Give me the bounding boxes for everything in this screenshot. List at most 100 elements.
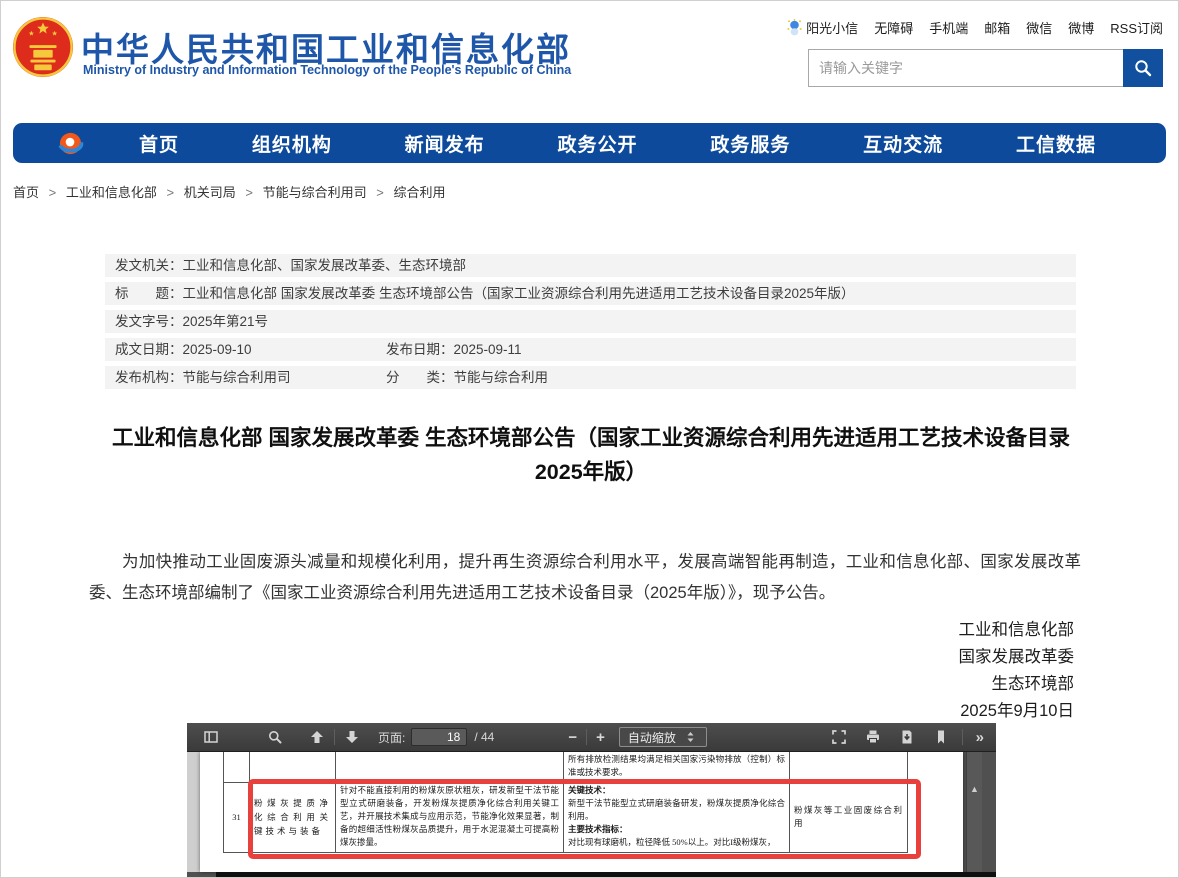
meta-value: 2025-09-11 bbox=[454, 342, 522, 357]
nav-item-interaction[interactable]: 互动交流 bbox=[863, 130, 943, 157]
presentation-mode-button[interactable] bbox=[827, 727, 851, 747]
meta-row-doc-number: 发文字号：2025年第21号 bbox=[105, 310, 1076, 333]
prev-row-requirements: 所有排放检测结果均满足相关国家污染物排放（控制）标准或技术要求。 bbox=[564, 752, 790, 782]
document-body: 为加快推动工业固废源头减量和规模化利用，提升再生资源综合利用水平，发展高端智能再… bbox=[89, 547, 1081, 609]
page-total: / 44 bbox=[474, 730, 494, 744]
breadcrumb-separator: > bbox=[376, 185, 384, 200]
meta-value: 工业和信息化部 国家发展改革委 生态环境部公告（国家工业资源综合利用先进适用工艺… bbox=[183, 286, 855, 301]
meta-row-title: 标 题：工业和信息化部 国家发展改革委 生态环境部公告（国家工业资源综合利用先进… bbox=[105, 282, 1076, 305]
breadcrumb-separator: > bbox=[49, 185, 57, 200]
meta-value: 工业和信息化部、国家发展改革委、生态环境部 bbox=[183, 258, 467, 273]
expand-icon bbox=[831, 729, 847, 745]
breadcrumb-energy-dept[interactable]: 节能与综合利用司 bbox=[263, 185, 367, 200]
top-link-sunshine[interactable]: 阳光小信 bbox=[787, 18, 858, 37]
meta-value: 2025年第21号 bbox=[183, 314, 269, 329]
page: 中华人民共和国工业和信息化部 Ministry of Industry and … bbox=[0, 0, 1179, 878]
breadcrumb-current: 综合利用 bbox=[393, 185, 445, 200]
sidebar-toggle-button[interactable] bbox=[199, 727, 223, 747]
toolbar-separator bbox=[586, 729, 587, 745]
scroll-up-arrow-icon[interactable]: ▲ bbox=[970, 784, 979, 794]
zoom-scale-value: 自动缩放 bbox=[628, 729, 676, 746]
page-number-input[interactable] bbox=[411, 728, 467, 746]
top-link-wechat[interactable]: 微信 bbox=[1026, 18, 1052, 37]
meta-label: 发文机关： bbox=[115, 258, 183, 273]
meta-value: 节能与综合利用 bbox=[454, 370, 549, 385]
zoom-out-button[interactable]: − bbox=[564, 728, 581, 747]
top-utility-links: 阳光小信 无障碍 手机端 邮箱 微信 微博 RSS订阅 bbox=[787, 18, 1163, 37]
find-icon bbox=[267, 729, 283, 745]
download-icon bbox=[899, 729, 915, 745]
page-down-button[interactable] bbox=[340, 727, 364, 747]
search-button[interactable] bbox=[1123, 49, 1163, 87]
nav-item-gov-disclosure[interactable]: 政务公开 bbox=[557, 130, 637, 157]
bookmark-icon bbox=[933, 729, 949, 745]
table-row-31: 31 粉煤灰提质净化综合利用关键技术与装备 针对不能直接利用的粉煤灰原状粗灰，研… bbox=[224, 782, 908, 852]
toolbar-separator bbox=[334, 729, 335, 745]
meta-label: 标 题： bbox=[115, 286, 183, 301]
meta-row-publisher: 发布机构：节能与综合利用司 分 类：节能与综合利用 bbox=[105, 366, 1076, 389]
signature-line: 生态环境部 bbox=[959, 671, 1075, 698]
meta-value: 2025-09-10 bbox=[183, 342, 252, 357]
page-up-button[interactable] bbox=[305, 727, 329, 747]
top-link-weibo[interactable]: 微博 bbox=[1068, 18, 1094, 37]
meta-label: 发布机构： bbox=[115, 370, 183, 385]
mascot-icon bbox=[787, 19, 802, 36]
download-button[interactable] bbox=[895, 727, 919, 747]
select-arrows-icon bbox=[686, 731, 695, 743]
table-row-partial: 所有排放检测结果均满足相关国家污染物排放（控制）标准或技术要求。 bbox=[224, 752, 908, 782]
top-link-accessibility[interactable]: 无障碍 bbox=[874, 18, 913, 37]
pdf-right-tools: » bbox=[827, 727, 988, 748]
breadcrumb-departments[interactable]: 机关司局 bbox=[184, 185, 236, 200]
arrow-down-icon bbox=[344, 729, 360, 745]
indicator-text: 对比现有球磨机，粒径降低 50%以上。对比I级粉煤灰， bbox=[568, 836, 785, 849]
nav-item-data[interactable]: 工信数据 bbox=[1016, 130, 1096, 157]
signature-line: 国家发展改革委 bbox=[959, 644, 1075, 671]
meta-row-dates: 成文日期：2025-09-10 发布日期：2025-09-11 bbox=[105, 338, 1076, 361]
nav-item-organization[interactable]: 组织机构 bbox=[252, 130, 332, 157]
pdf-viewer: 页面: / 44 − + 自动缩放 bbox=[187, 723, 996, 878]
breadcrumb-separator: > bbox=[167, 185, 175, 200]
more-tools-button[interactable]: » bbox=[972, 727, 988, 748]
breadcrumb-miit[interactable]: 工业和信息化部 bbox=[66, 185, 157, 200]
pdf-find-button[interactable] bbox=[263, 727, 287, 747]
zoom-scale-select[interactable]: 自动缩放 bbox=[619, 727, 707, 747]
row-number: 31 bbox=[224, 782, 250, 852]
nav-item-gov-services[interactable]: 政务服务 bbox=[710, 130, 790, 157]
meta-label: 发布日期： bbox=[386, 342, 454, 357]
signature-block: 工业和信息化部 国家发展改革委 生态环境部 2025年9月10日 bbox=[959, 617, 1075, 725]
breadcrumb-separator: > bbox=[245, 185, 253, 200]
top-link-rss[interactable]: RSS订阅 bbox=[1110, 18, 1163, 37]
catalog-table: 所有排放检测结果均满足相关国家污染物排放（控制）标准或技术要求。 31 粉煤灰提… bbox=[223, 752, 908, 853]
site-subtitle: Ministry of Industry and Information Tec… bbox=[83, 63, 571, 77]
print-button[interactable] bbox=[861, 727, 885, 747]
pdf-page: 所有排放检测结果均满足相关国家污染物排放（控制）标准或技术要求。 31 粉煤灰提… bbox=[200, 752, 963, 872]
breadcrumb-home[interactable]: 首页 bbox=[13, 185, 39, 200]
document-meta-table: 发文机关：工业和信息化部、国家发展改革委、生态环境部 标 题：工业和信息化部 国… bbox=[105, 254, 1076, 394]
breadcrumb: 首页 > 工业和信息化部 > 机关司局 > 节能与综合利用司 > 综合利用 bbox=[13, 182, 445, 201]
print-icon bbox=[865, 729, 881, 745]
miit-gear-logo-icon bbox=[57, 130, 84, 157]
row-application: 粉煤灰等工业固废综合利用 bbox=[790, 782, 908, 852]
bookmark-button[interactable] bbox=[929, 727, 953, 747]
zoom-in-button[interactable]: + bbox=[592, 728, 609, 747]
pdf-margin bbox=[187, 752, 200, 872]
indicator-label: 主要技术指标： bbox=[568, 823, 785, 836]
search-icon bbox=[1133, 58, 1153, 78]
pdf-scrollbar[interactable]: ▲ bbox=[966, 752, 982, 872]
row-tech-name: 粉煤灰提质净化综合利用关键技术与装备 bbox=[250, 782, 336, 852]
nav-item-news[interactable]: 新闻发布 bbox=[405, 130, 485, 157]
page-label: 页面: bbox=[378, 729, 405, 746]
top-link-mail[interactable]: 邮箱 bbox=[984, 18, 1010, 37]
key-tech-text: 新型干法节能型立式研磨装备研发，粉煤灰提质净化综合利用。 bbox=[568, 797, 785, 823]
toolbar-separator bbox=[962, 729, 963, 745]
document-title: 工业和信息化部 国家发展改革委 生态环境部公告（国家工业资源综合利用先进适用工艺… bbox=[96, 421, 1086, 489]
national-emblem-logo bbox=[12, 13, 74, 81]
top-link-mobile[interactable]: 手机端 bbox=[929, 18, 968, 37]
nav-item-home[interactable]: 首页 bbox=[139, 130, 179, 157]
search-input[interactable] bbox=[808, 49, 1123, 87]
pdf-page-area: 所有排放检测结果均满足相关国家污染物排放（控制）标准或技术要求。 31 粉煤灰提… bbox=[187, 752, 996, 878]
main-nav: 首页 组织机构 新闻发布 政务公开 政务服务 互动交流 工信数据 bbox=[13, 123, 1166, 163]
meta-value: 节能与综合利用司 bbox=[183, 370, 291, 385]
signature-date: 2025年9月10日 bbox=[959, 698, 1075, 725]
meta-label: 分 类： bbox=[386, 370, 454, 385]
